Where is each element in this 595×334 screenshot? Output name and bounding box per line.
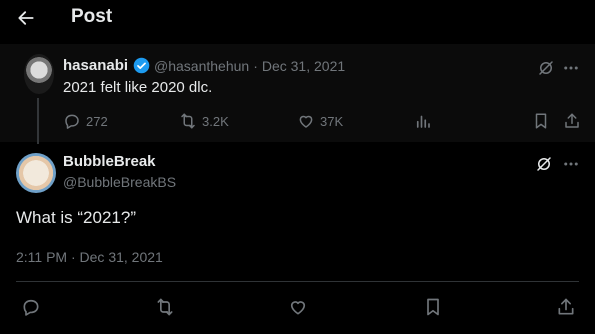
top-bar: Post [0,0,595,36]
thread-connector [37,98,39,144]
share-icon[interactable] [563,112,581,130]
separator: · [253,58,258,74]
reply-icon[interactable] [21,297,41,317]
bookmark-icon[interactable] [423,297,443,317]
share-icon[interactable] [556,297,576,317]
post-text: What is “2021?” [16,208,136,227]
page-title: Post [71,6,113,27]
repost-count[interactable]: 3.2K [202,114,229,129]
author-name[interactable]: BubbleBreak [63,153,156,170]
like-icon[interactable] [288,297,308,317]
reply-count[interactable]: 272 [86,114,108,129]
author-name[interactable]: hasanabi [63,57,128,74]
arrow-left-icon[interactable] [16,8,36,28]
reply-icon[interactable] [63,112,81,130]
grok-icon[interactable] [535,155,553,173]
like-icon[interactable] [297,112,315,130]
post-timestamp[interactable]: 2:11 PM · Dec 31, 2021 [16,249,163,265]
bookmark-icon[interactable] [532,112,550,130]
more-options-icon[interactable] [562,59,580,77]
grok-icon[interactable] [537,59,555,77]
author-handle[interactable]: @hasanthehun [154,58,249,74]
post-meta: @hasanthehun · Dec 31, 2021 [154,58,345,74]
repost-icon[interactable] [179,112,197,130]
like-count[interactable]: 37K [320,114,343,129]
verified-badge-icon [133,57,150,74]
avatar[interactable] [24,54,54,94]
author-handle[interactable]: @BubbleBreakBS [63,174,176,190]
views-icon[interactable] [414,112,432,130]
more-options-icon[interactable] [562,155,580,173]
post-text: 2021 felt like 2020 dlc. [63,79,213,96]
repost-icon[interactable] [155,297,175,317]
avatar[interactable] [16,153,56,193]
post-date[interactable]: Dec 31, 2021 [262,58,345,74]
divider [16,281,579,282]
